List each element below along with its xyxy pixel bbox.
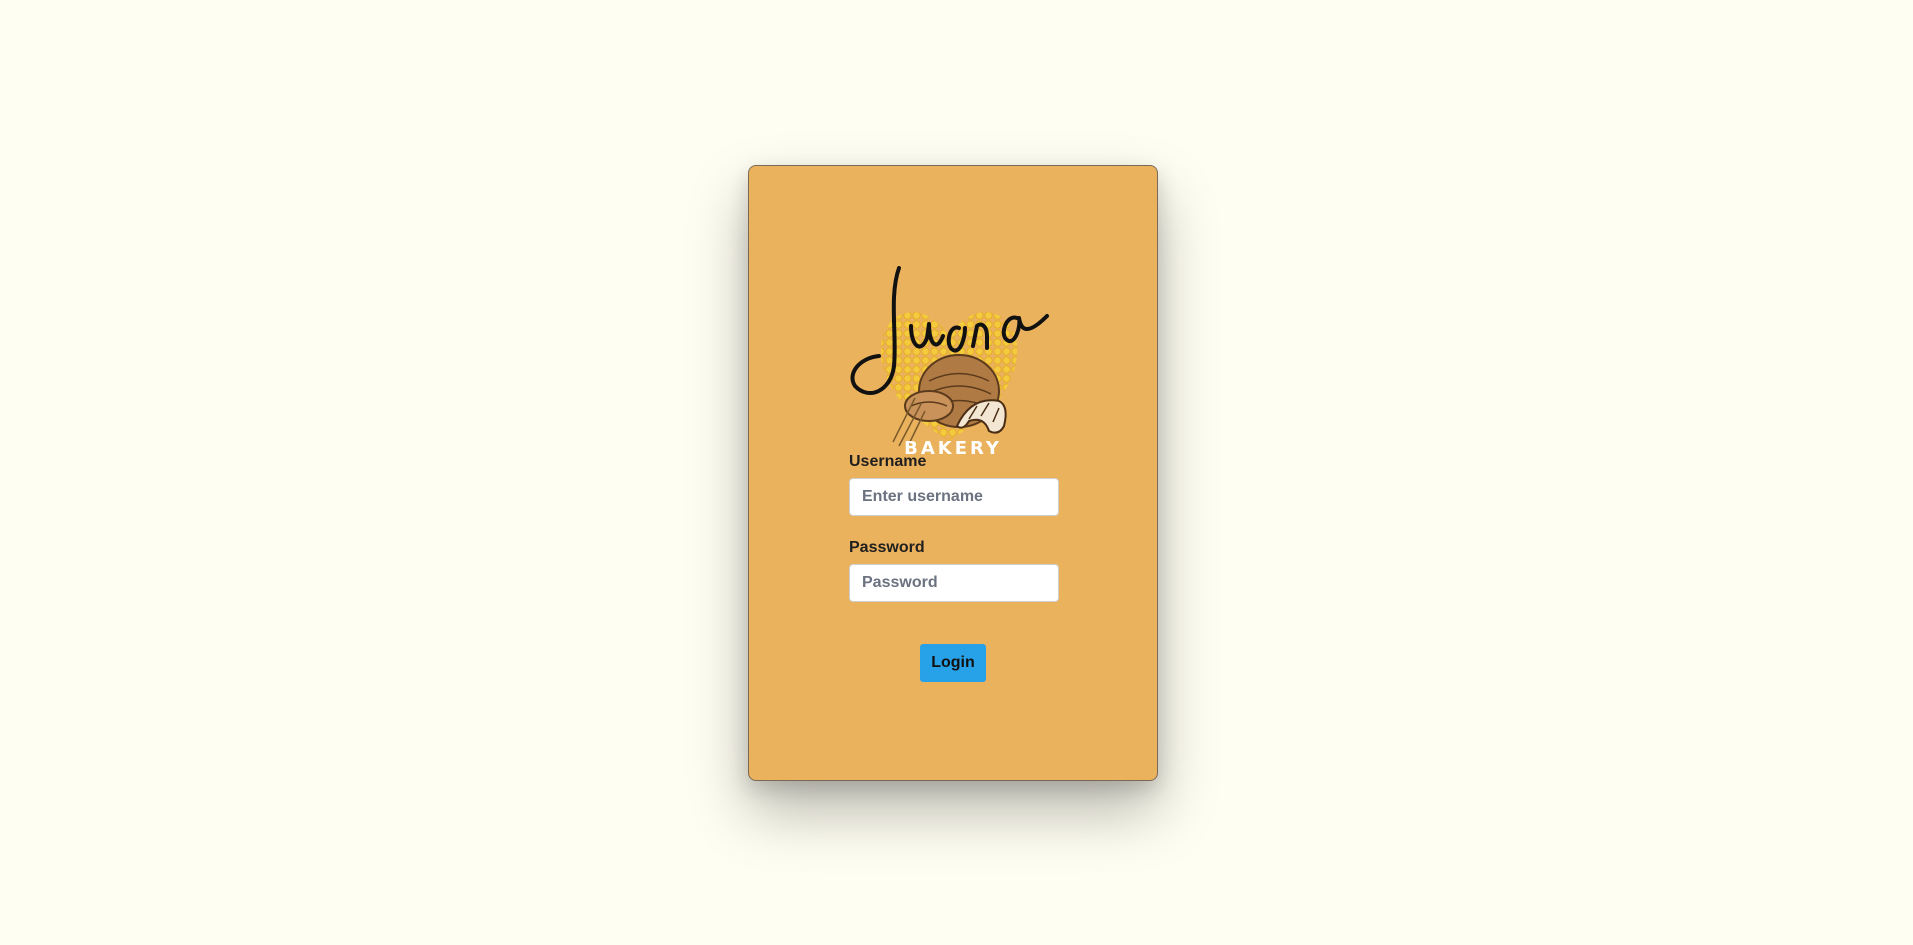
- password-label: Password: [849, 539, 925, 556]
- username-label: Username: [849, 453, 927, 470]
- login-button[interactable]: Login: [920, 644, 986, 682]
- bakery-logo: BAKERY: [850, 266, 1049, 456]
- login-card: BAKERY Username Password Login: [748, 165, 1158, 781]
- username-input[interactable]: [849, 478, 1059, 516]
- password-input[interactable]: [849, 564, 1059, 602]
